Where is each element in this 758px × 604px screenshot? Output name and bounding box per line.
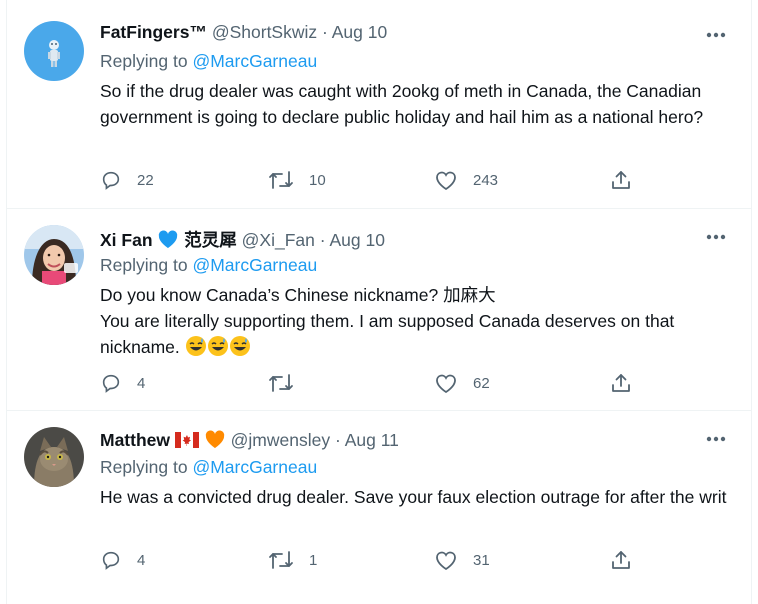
share-icon — [610, 169, 632, 191]
handle[interactable]: @jmwensley — [231, 430, 330, 450]
sweat-smile-emoji-icon — [207, 335, 229, 364]
more-options-icon[interactable] — [703, 224, 729, 250]
tweet[interactable]: FatFingers™ @ShortSkwiz · Aug 10 Replyin… — [7, 0, 751, 209]
more-options-icon[interactable] — [703, 22, 729, 48]
share-icon — [610, 372, 632, 394]
tweet-text: Do you know Canada’s Chinese nickname? 加… — [100, 282, 730, 364]
separator-dot: · — [319, 230, 326, 250]
tweet-actions: 22 10 243 — [100, 166, 640, 194]
retweet-button[interactable]: 1 — [268, 546, 317, 574]
heart-icon — [434, 549, 458, 571]
avatar[interactable] — [24, 21, 84, 81]
display-name[interactable]: Matthew — [100, 430, 170, 450]
reply-button[interactable]: 22 — [100, 166, 154, 194]
heart-icon — [434, 169, 458, 191]
tweet-text: So if the drug dealer was caught with 2o… — [100, 78, 730, 130]
tweet-text-line: You are literally supporting them. I am … — [100, 308, 730, 364]
tweet-text-line: So if the drug dealer was caught with 2o… — [100, 81, 704, 127]
tweet-text: He was a convicted drug dealer. Save you… — [100, 484, 730, 510]
reply-icon — [100, 372, 122, 394]
retweet-icon — [268, 372, 294, 394]
canada-flag-icon — [174, 432, 199, 453]
orange-heart-emoji-icon — [204, 429, 226, 454]
more-options-icon[interactable] — [703, 426, 729, 452]
timestamp[interactable]: Aug 10 — [332, 22, 387, 42]
replying-to: Replying to @MarcGarneau — [100, 51, 317, 72]
replying-to-link[interactable]: @MarcGarneau — [192, 51, 317, 71]
replying-to-link[interactable]: @MarcGarneau — [192, 457, 317, 477]
retweet-count: 1 — [309, 551, 318, 569]
replying-prefix: Replying to — [100, 51, 188, 71]
reply-icon — [100, 169, 122, 191]
separator-dot: · — [334, 430, 341, 450]
retweet-button[interactable]: 10 — [268, 166, 326, 194]
replying-prefix: Replying to — [100, 457, 188, 477]
tweet-actions: 4 1 31 — [100, 546, 640, 574]
retweet-icon — [268, 549, 294, 571]
like-count: 243 — [473, 171, 499, 189]
like-button[interactable]: 243 — [434, 166, 498, 194]
display-name[interactable]: FatFingers™ — [100, 22, 207, 42]
sweat-smile-emoji-icon — [229, 335, 251, 364]
reply-feed: FatFingers™ @ShortSkwiz · Aug 10 Replyin… — [6, 0, 752, 604]
reply-button[interactable]: 4 — [100, 546, 145, 574]
like-count: 31 — [473, 551, 490, 569]
like-button[interactable]: 62 — [434, 369, 490, 397]
handle[interactable]: @Xi_Fan — [242, 230, 315, 250]
replying-prefix: Replying to — [100, 255, 188, 275]
like-button[interactable]: 31 — [434, 546, 490, 574]
tweet-header: FatFingers™ @ShortSkwiz · Aug 10 — [100, 22, 751, 48]
display-name[interactable]: Xi Fan — [100, 230, 153, 250]
tweet[interactable]: Matthew @jmwensley · Aug 11 Replying to … — [7, 411, 751, 604]
share-icon — [610, 549, 632, 571]
like-count: 62 — [473, 374, 490, 392]
avatar[interactable] — [24, 427, 84, 487]
timestamp[interactable]: Aug 10 — [329, 230, 384, 250]
replying-to: Replying to @MarcGarneau — [100, 457, 317, 478]
reply-count: 22 — [137, 171, 154, 189]
retweet-button[interactable] — [268, 369, 309, 397]
reply-button[interactable]: 4 — [100, 369, 145, 397]
reply-count: 4 — [137, 551, 146, 569]
heart-emoji-icon — [157, 229, 179, 254]
tweet-actions: 4 62 — [100, 369, 640, 397]
retweet-icon — [268, 169, 294, 191]
timestamp[interactable]: Aug 11 — [345, 430, 399, 450]
reply-count: 4 — [137, 374, 146, 392]
tweet-text-line: Do you know Canada’s Chinese nickname? 加… — [100, 285, 496, 305]
tweet-header: Xi Fan 范灵犀 @Xi_Fan · Aug 10 — [100, 227, 751, 253]
share-button[interactable] — [610, 546, 632, 574]
name-suffix[interactable]: 范灵犀 — [184, 230, 237, 250]
heart-icon — [434, 372, 458, 394]
avatar[interactable] — [24, 225, 84, 285]
retweet-count: 10 — [309, 171, 326, 189]
reply-icon — [100, 549, 122, 571]
replying-to-link[interactable]: @MarcGarneau — [192, 255, 317, 275]
replying-to: Replying to @MarcGarneau — [100, 255, 317, 276]
sweat-smile-emoji-icon — [185, 335, 207, 364]
tweet-text-line: He was a convicted drug dealer. Save you… — [100, 487, 727, 507]
separator-dot: · — [322, 22, 328, 42]
tweet-header: Matthew @jmwensley · Aug 11 — [100, 429, 751, 455]
share-button[interactable] — [610, 166, 632, 194]
share-button[interactable] — [610, 369, 632, 397]
tweet[interactable]: Xi Fan 范灵犀 @Xi_Fan · Aug 10 Replying to … — [7, 209, 751, 411]
handle[interactable]: @ShortSkwiz — [212, 22, 317, 42]
